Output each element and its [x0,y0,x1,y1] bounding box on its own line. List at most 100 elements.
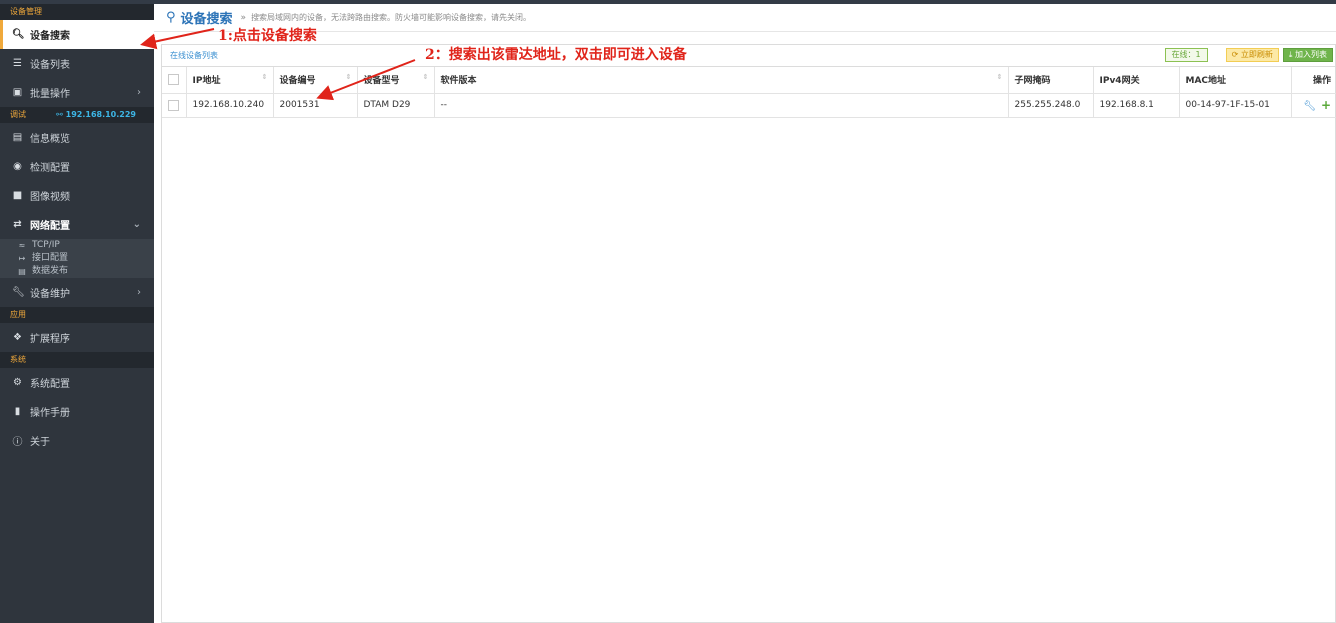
sidebar-item-label: 检测配置 [30,163,70,174]
sort-icon: ⇕ [996,73,1003,82]
section-device-management: 设备管理 [0,4,154,20]
sidebar-item-label: 扩展程序 [30,334,70,345]
breadcrumb-separator: » [240,12,247,23]
column-header-actions: 操作 [1291,67,1336,94]
refresh-button[interactable]: ⟳ 立即刷新 [1225,48,1279,62]
column-header-model[interactable]: 设备型号 ⇕ [357,67,435,94]
submenu-network-config: ≈ TCP/IP ↦ 接口配置 ▤ 数据发布 [0,239,154,278]
wrench-icon[interactable]: 🔧︎ [1303,101,1316,112]
binoculars-icon: ◉ [13,161,22,172]
annotation-step-1: 1:点击设备搜索 [218,28,317,44]
sidebar-item-image-video[interactable]: ■ 图像视频 [0,181,154,210]
column-header-software[interactable]: 软件版本 ⇕ [434,67,1009,94]
sidebar-subitem-tcpip[interactable]: ≈ TCP/IP [0,239,154,252]
page-description: 搜索局域网内的设备，无法跨路由搜索。防火墙可能影响设备搜索，请先关闭。 [251,13,532,22]
column-header-label: IPv4网关 [1099,76,1140,87]
cell-mac: 00-14-97-1F-15-01 [1179,93,1292,118]
sidebar-item-label: 图像视频 [30,192,70,203]
sidebar-item-info-overview[interactable]: ▤ 信息概览 [0,123,154,152]
sidebar-item-label: 设备列表 [30,60,70,71]
device-table: IP地址 ⇕ 设备编号 ⇕ 设备型号 ⇕ 软件版本 ⇕ 子网掩码 IPv4网关 MAC地… [162,67,1336,118]
column-header-label: 设备编号 [279,76,316,87]
column-header-gateway: IPv4网关 [1093,67,1180,94]
cubes-icon: ❖ [13,332,22,343]
sidebar-item-label: 设备维护 [30,289,70,300]
sidebar: 设备管理 🔍︎ 设备搜索 ☰ 设备列表 ▣ 批量操作 › 调试 ⚯ 192.16… [0,4,154,623]
row-checkbox-cell[interactable] [162,93,187,118]
select-all-checkbox-cell[interactable] [162,67,187,94]
section-apps: 应用 [0,307,154,323]
online-count-badge: 在线：1 [1164,48,1208,62]
column-header-label: 设备型号 [363,76,400,87]
info-circle-icon: ⓘ [12,437,23,448]
column-header-device-no[interactable]: 设备编号 ⇕ [273,67,358,94]
panel-title: 在线设备列表 [170,51,218,60]
column-header-label: 子网掩码 [1014,76,1051,87]
sidebar-item-about[interactable]: ⓘ 关于 [0,426,154,455]
main-content: ⚲ 设备搜索 » 搜索局域网内的设备，无法跨路由搜索。防火墙可能影响设备搜索，请… [154,4,1336,623]
id-card-icon: ▤ [12,132,23,143]
cell-device-no: 2001531 [273,93,358,118]
add-label: 加入列表 [1295,50,1327,59]
sidebar-item-label: 设备搜索 [30,31,70,42]
wrench-icon: 🔧︎ [12,287,25,298]
column-header-label: IP地址 [192,76,221,87]
server-icon: ▤ [18,267,26,276]
plus-icon[interactable]: + [1321,98,1331,112]
sidebar-subitem-data-publish[interactable]: ▤ 数据发布 [0,265,154,278]
refresh-label: 立即刷新 [1240,50,1273,59]
section-system: 系统 [0,352,154,368]
chevron-right-icon: › [137,287,141,298]
sidebar-item-label: 批量操作 [30,89,70,100]
sidebar-item-label: 系统配置 [30,379,70,390]
sidebar-subitem-interface-config[interactable]: ↦ 接口配置 [0,252,154,265]
sort-icon: ⇕ [261,73,268,82]
search-icon: 🔍︎ [12,29,25,40]
gear-icon: ⚙ [13,377,22,388]
sidebar-item-system-config[interactable]: ⚙ 系统配置 [0,368,154,397]
select-all-checkbox[interactable] [168,74,179,86]
column-header-ip[interactable]: IP地址 ⇕ [186,67,274,94]
cell-mask: 255.255.248.0 [1008,93,1094,118]
column-header-label: 软件版本 [440,76,477,87]
column-header-mac: MAC地址 [1179,67,1292,94]
cell-gateway: 192.168.8.1 [1093,93,1180,118]
sidebar-item-device-search[interactable]: 🔍︎ 设备搜索 [0,20,154,49]
column-header-label: MAC地址 [1185,76,1227,87]
sidebar-subitem-label: TCP/IP [32,240,60,250]
row-checkbox[interactable] [168,99,179,111]
search-icon: ⚲ [166,10,176,25]
video-camera-icon: ■ [12,190,23,201]
sidebar-item-label: 关于 [30,437,50,448]
wifi-icon: ≈ [18,241,26,250]
sign-in-icon: ↦ [18,254,26,263]
page-header: ⚲ 设备搜索 » 搜索局域网内的设备，无法跨路由搜索。防火墙可能影响设备搜索，请… [154,4,1336,32]
sidebar-item-device-maint[interactable]: 🔧︎ 设备维护 › [0,278,154,307]
sidebar-item-extensions[interactable]: ❖ 扩展程序 [0,323,154,352]
sidebar-item-detect-config[interactable]: ◉ 检测配置 [0,152,154,181]
column-header-mask: 子网掩码 [1008,67,1094,94]
chevron-right-icon: › [137,87,141,98]
sidebar-item-batch-ops[interactable]: ▣ 批量操作 › [0,78,154,107]
cell-actions: 🔧︎ + [1291,93,1336,118]
cell-software: -- [434,93,1009,118]
annotation-step-2: 2：搜索出该雷达地址，双击即可进入设备 [425,47,687,63]
sidebar-subitem-label: 数据发布 [32,266,69,276]
panel-header: 在线设备列表 在线：1 ⟳ 立即刷新 ⤓ 加入列表 [162,45,1335,67]
cell-model: DTAM D29 [357,93,435,118]
refresh-icon: ⟳ [1231,50,1241,59]
sidebar-item-device-list[interactable]: ☰ 设备列表 [0,49,154,78]
debug-device-ip[interactable]: ⚯ 192.168.10.229 [56,107,136,123]
plug-icon: ⇄ [13,219,22,230]
column-header-label: 操作 [1312,76,1331,87]
sidebar-item-manual[interactable]: ▮ 操作手册 [0,397,154,426]
table-header-row: IP地址 ⇕ 设备编号 ⇕ 设备型号 ⇕ 软件版本 ⇕ 子网掩码 IPv4网关 MAC地… [162,67,1336,94]
debug-ip-text: 192.168.10.229 [65,110,136,119]
panel-toolbar: 在线：1 ⟳ 立即刷新 ⤓ 加入列表 [1164,48,1333,62]
table-row[interactable]: 192.168.10.240 2001531 DTAM D29 -- 255.2… [162,93,1336,118]
sidebar-item-network-config[interactable]: ⇄ 网络配置 ⌄ [0,210,154,239]
sidebar-item-label: 网络配置 [30,221,70,232]
sort-icon: ⇕ [345,73,352,82]
add-to-list-button[interactable]: ⤓ 加入列表 [1282,48,1333,62]
sitemap-icon: ▣ [12,87,23,98]
